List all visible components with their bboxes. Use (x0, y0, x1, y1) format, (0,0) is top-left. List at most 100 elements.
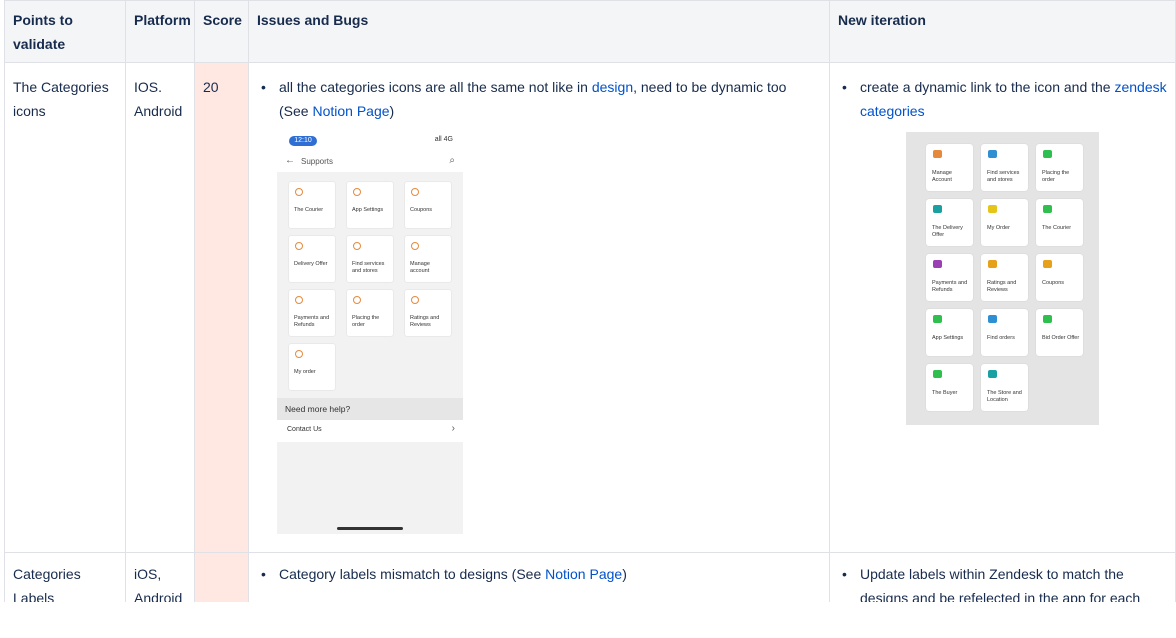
category-icon (988, 205, 997, 213)
new-tile-label: Find orders (987, 335, 1015, 341)
phone-help-section: Need more help? (277, 398, 463, 420)
phone-nav-bar: ← Supports ⌕ (277, 152, 463, 172)
phone-tile-label: Ratings and Reviews (410, 315, 440, 328)
row1-iteration-item: • create a dynamic link to the icon and … (842, 79, 1167, 119)
phone-contact-text: Contact Us (287, 426, 322, 433)
new-tile-label: Ratings and Reviews (987, 280, 1017, 293)
phone-help-text: Need more help? (285, 404, 351, 414)
user-circle-icon (411, 296, 419, 304)
phone-category-tile: Delivery Offer (289, 236, 335, 282)
row2-platform: iOS, Android (134, 566, 183, 602)
category-icon (988, 150, 997, 158)
user-circle-icon (411, 242, 419, 250)
new-tile-label: Find services and stores (987, 170, 1020, 183)
phone-tile-label: Manage account (410, 261, 430, 274)
phone-category-tile: Payments and Refunds (289, 290, 335, 336)
new-category-tile: Find orders (981, 309, 1028, 356)
category-icon (933, 370, 942, 378)
new-category-tile: Coupons (1036, 254, 1083, 301)
phone-tile-label: My order (294, 369, 316, 375)
header-platform: Platform (134, 12, 191, 28)
new-category-tile: Find services and stores (981, 144, 1028, 191)
phone-time: 12:10 (289, 136, 317, 146)
category-icon (988, 260, 997, 268)
back-arrow-icon: ← (285, 155, 295, 166)
search-icon: ⌕ (449, 155, 455, 166)
row1-score: 20 (203, 79, 219, 95)
phone-category-tile: Ratings and Reviews (405, 290, 451, 336)
new-category-tile: The Buyer (926, 364, 973, 411)
user-circle-icon (295, 350, 303, 358)
header-score: Score (203, 12, 242, 28)
new-category-tile: Placing the order (1036, 144, 1083, 191)
row2-iteration-item: • Update labels within Zendesk to match … (842, 562, 1167, 602)
user-circle-icon (295, 296, 303, 304)
row2-iteration-text: Update labels within Zendesk to match th… (860, 566, 1141, 602)
category-icon (1043, 150, 1052, 158)
category-icon (1043, 205, 1052, 213)
new-category-tile: The Courier (1036, 199, 1083, 246)
category-icon (988, 315, 997, 323)
phone-category-tile: Manage account (405, 236, 451, 282)
user-circle-icon (411, 188, 419, 196)
new-tile-label: App Settings (932, 335, 964, 341)
app-screenshot-new-iteration: Manage Account Find services and stores Pl… (906, 132, 1099, 425)
validation-table: Points to validate Platform Score Issues… (4, 0, 1176, 602)
category-icon (988, 370, 997, 378)
phone-status-bar: 12:10 all 4G (277, 130, 463, 152)
new-tile-label: The Delivery Offer (932, 225, 963, 238)
phone-tile-label: App Settings (352, 207, 384, 213)
phone-signal: all 4G (434, 136, 453, 143)
design-link[interactable]: design (592, 79, 633, 95)
header-points-to-validate: Points to validate (13, 12, 73, 52)
category-icon (933, 315, 942, 323)
notion-page-link-2[interactable]: Notion Page (545, 566, 622, 582)
new-tile-label: Coupons (1042, 280, 1065, 286)
phone-tile-label: Delivery Offer (294, 261, 328, 267)
new-category-tile: Manage Account (926, 144, 973, 191)
row1-point: The Categories icons (13, 79, 109, 119)
user-circle-icon (353, 296, 361, 304)
score-cell-highlight (194, 63, 248, 602)
phone-category-tile: Find services and stores (347, 236, 393, 282)
category-icon (1043, 260, 1052, 268)
new-tile-label: The Courier (1042, 225, 1072, 231)
category-icon (933, 150, 942, 158)
phone-category-tile: App Settings (347, 182, 393, 228)
home-indicator (337, 527, 403, 530)
notion-page-link[interactable]: Notion Page (312, 103, 389, 119)
new-tile-label: My Order (987, 225, 1010, 231)
phone-category-tile: Coupons (405, 182, 451, 228)
user-circle-icon (353, 242, 361, 250)
new-category-tile: App Settings (926, 309, 973, 356)
row1-platform: IOS. Android (134, 79, 183, 119)
new-tile-label: Placing the order (1042, 170, 1070, 183)
row2-issue-text: Category labels mismatch to designs (See (279, 566, 546, 582)
new-category-tile: My Order (981, 199, 1028, 246)
phone-tile-label: The Courier (294, 207, 324, 213)
row1-iteration-text: create a dynamic link to the icon and th… (860, 79, 1115, 95)
category-icon (933, 205, 942, 213)
new-tile-label: The Buyer (932, 390, 958, 396)
new-tile-label: Bid Order Offer (1042, 335, 1080, 341)
row2-issue-item: • Category labels mismatch to designs (S… (261, 566, 627, 582)
app-screenshot-current: 12:10 all 4G ← Supports ⌕ The Courier App… (277, 130, 463, 534)
user-circle-icon (295, 242, 303, 250)
new-tile-label: Manage Account (932, 170, 952, 183)
phone-category-tile: The Courier (289, 182, 335, 228)
phone-title: Supports (301, 157, 334, 166)
category-icon (1043, 315, 1052, 323)
row2-point: Categories Labels (13, 566, 81, 602)
phone-tile-label: Coupons (410, 207, 433, 213)
new-category-tile: Bid Order Offer (1036, 309, 1083, 356)
chevron-right-icon: › (451, 423, 455, 434)
phone-tile-label: Payments and Refunds (294, 315, 330, 328)
row1-issue-item: • all the categories icons are all the s… (261, 79, 787, 119)
new-category-tile: Ratings and Reviews (981, 254, 1028, 301)
new-category-tile: The Store and Location (981, 364, 1028, 411)
category-icon (933, 260, 942, 268)
header-issues-and-bugs: Issues and Bugs (257, 12, 369, 28)
phone-contact-row: Contact Us › (277, 420, 463, 442)
new-category-tile: Payments and Refunds (926, 254, 973, 301)
user-circle-icon (353, 188, 361, 196)
